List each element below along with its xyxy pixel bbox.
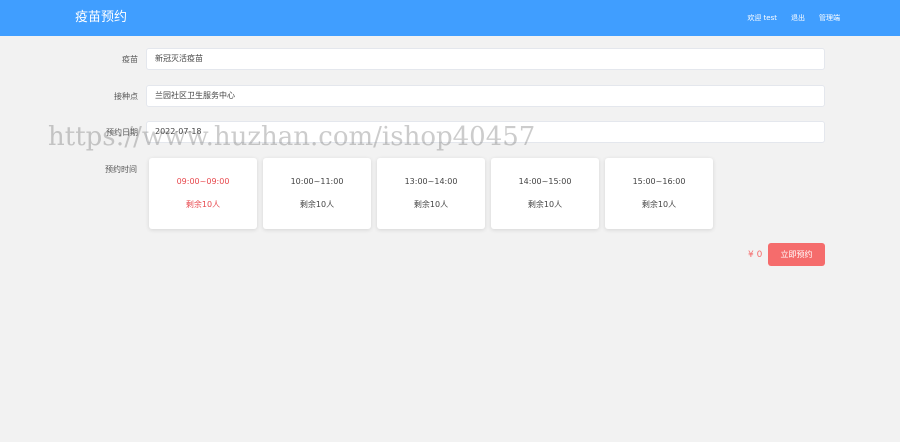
time-slot-card[interactable]: 09:00~09:00 剩余10人 <box>149 158 257 229</box>
time-slot-card[interactable]: 10:00~11:00 剩余10人 <box>263 158 371 229</box>
slot-time: 15:00~16:00 <box>632 177 686 186</box>
admin-link[interactable]: 管理端 <box>819 13 840 23</box>
time-slot-list: 09:00~09:00 剩余10人 10:00~11:00 剩余10人 13:0… <box>149 158 713 229</box>
slot-time: 10:00~11:00 <box>290 177 344 186</box>
vaccine-field[interactable]: 新冠灭活疫苗 <box>146 48 825 70</box>
time-slot-card[interactable]: 15:00~16:00 剩余10人 <box>605 158 713 229</box>
vaccine-row: 疫苗 新冠灭活疫苗 <box>0 48 900 72</box>
user-nav: 欢迎 test 退出 管理端 <box>747 13 840 23</box>
date-row: 预约日期 2022-07-18 <box>0 121 900 145</box>
slot-remaining: 剩余10人 <box>185 200 221 209</box>
welcome-text: 欢迎 test <box>747 14 777 22</box>
site-label: 接种点 <box>114 92 138 101</box>
site-field[interactable]: 兰园社区卫生服务中心 <box>146 85 825 107</box>
app-title: 疫苗预约 <box>75 10 128 25</box>
slot-remaining: 剩余10人 <box>527 200 563 209</box>
top-navbar: 疫苗预约 欢迎 test 退出 管理端 <box>0 0 900 36</box>
vaccine-label: 疫苗 <box>122 55 138 64</box>
slot-remaining: 剩余10人 <box>299 200 335 209</box>
time-slot-card[interactable]: 13:00~14:00 剩余10人 <box>377 158 485 229</box>
time-slot-card[interactable]: 14:00~15:00 剩余10人 <box>491 158 599 229</box>
slot-time: 14:00~15:00 <box>518 177 572 186</box>
slot-time: 09:00~09:00 <box>176 177 230 186</box>
logout-link[interactable]: 退出 <box>791 13 805 23</box>
time-label: 预约时间 <box>105 165 137 174</box>
book-now-button[interactable]: 立即预约 <box>768 243 825 266</box>
slot-time: 13:00~14:00 <box>404 177 458 186</box>
slot-remaining: 剩余10人 <box>641 200 677 209</box>
slot-remaining: 剩余10人 <box>413 200 449 209</box>
date-field[interactable]: 2022-07-18 <box>146 121 825 143</box>
price-total: ¥ 0 <box>748 250 763 260</box>
date-label: 预约日期 <box>106 128 138 137</box>
site-row: 接种点 兰园社区卫生服务中心 <box>0 85 900 109</box>
